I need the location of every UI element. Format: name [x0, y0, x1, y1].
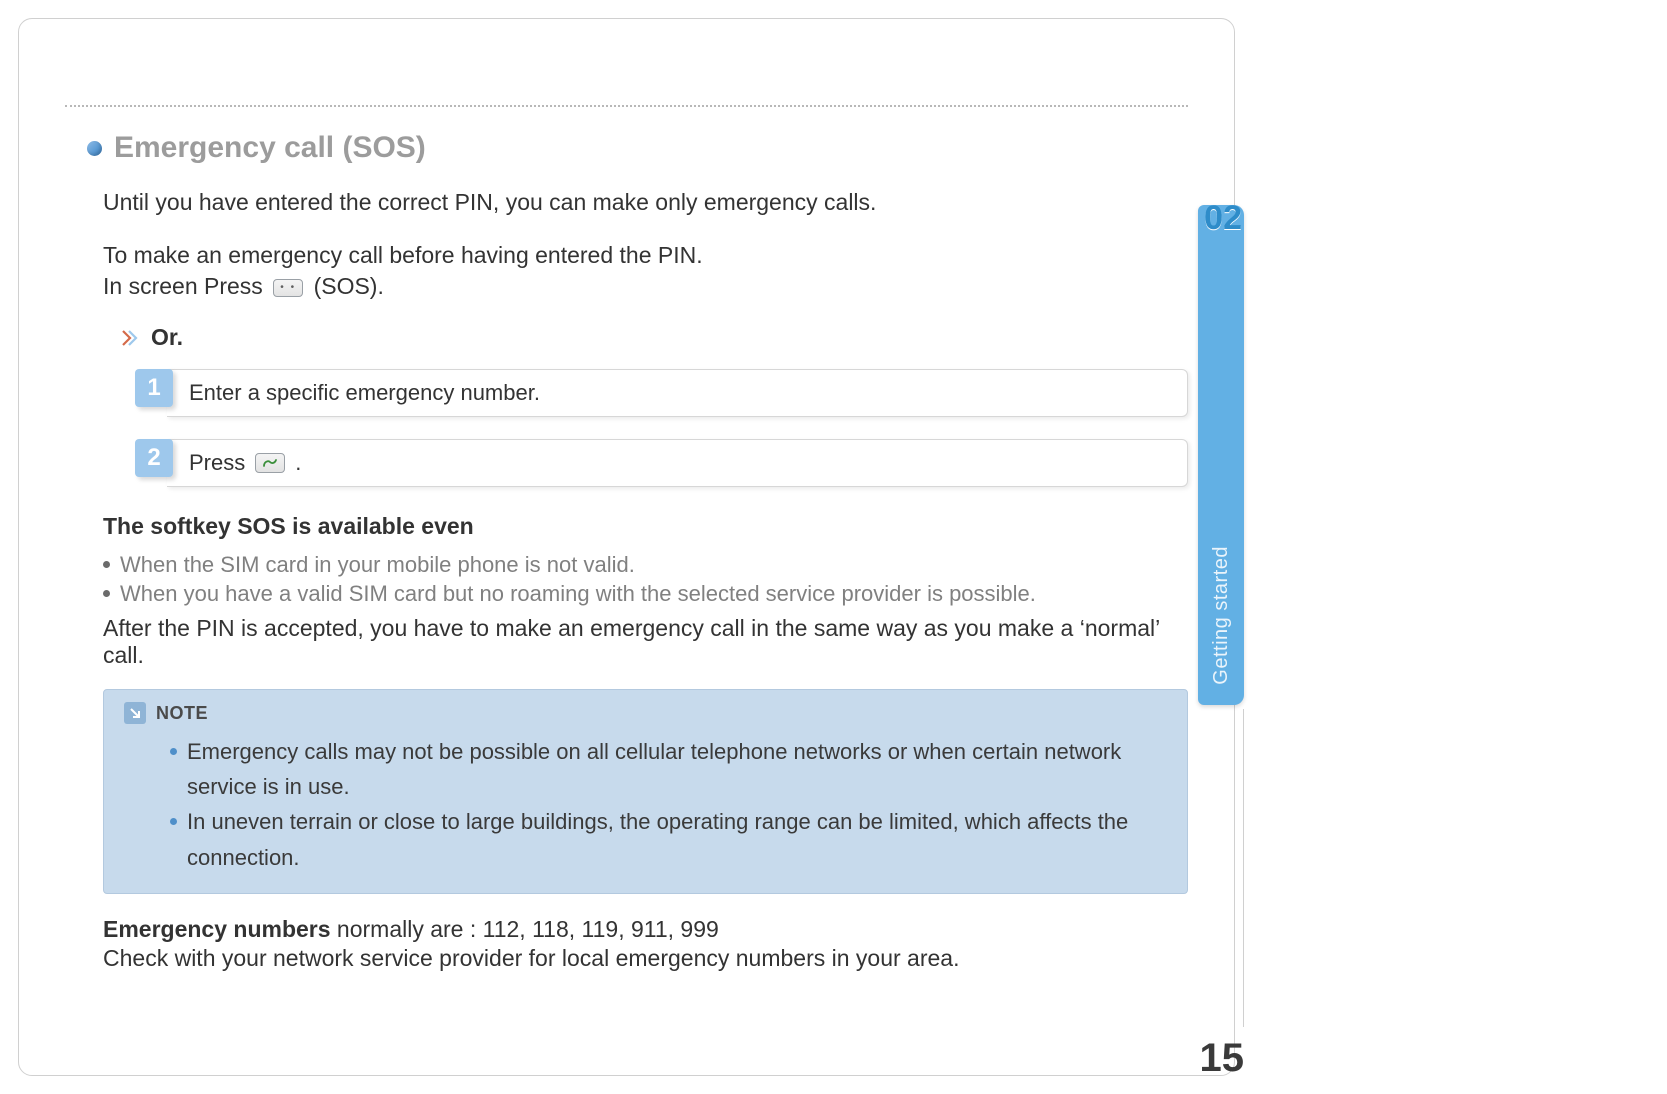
condition-1: When the SIM card in your mobile phone i… — [120, 550, 635, 580]
note-item-2: In uneven terrain or close to large buil… — [187, 804, 1167, 874]
list-item: Emergency calls may not be possible on a… — [170, 734, 1167, 804]
or-label: Or. — [151, 324, 183, 351]
instruction-line-2: In screen Press (SOS). — [65, 271, 1188, 302]
heading-bullet-icon — [87, 141, 102, 156]
chapter-number: 02 — [1204, 199, 1242, 238]
step-1: 1 Enter a specific emergency number. — [135, 369, 1188, 417]
instruction-line-1: To make an emergency call before having … — [65, 240, 1188, 271]
chapter-label: Getting started — [1210, 546, 1233, 685]
section-heading: Emergency call (SOS) — [114, 131, 426, 165]
side-divider — [1243, 709, 1244, 1027]
page-number: 15 — [1200, 1036, 1245, 1081]
note-box: NOTE Emergency calls may not be possible… — [103, 689, 1188, 894]
step-number: 2 — [135, 439, 173, 477]
step-2-pre: Press — [189, 450, 245, 476]
note-header: NOTE — [124, 702, 1167, 724]
step-2-post: . — [295, 450, 301, 476]
instruction-2-post: (SOS). — [314, 273, 384, 299]
bullet-icon — [170, 748, 177, 755]
instruction-2-pre: In screen Press — [103, 273, 269, 299]
emergency-numbers-rest: normally are : 112, 118, 119, 911, 999 — [331, 916, 719, 942]
step-body: Press . — [167, 439, 1188, 487]
list-item: In uneven terrain or close to large buil… — [170, 804, 1167, 874]
list-item: When you have a valid SIM card but no ro… — [103, 579, 1188, 609]
emergency-check-text: Check with your network service provider… — [65, 945, 1188, 972]
dotted-divider — [65, 105, 1188, 107]
step-2: 2 Press . — [135, 439, 1188, 487]
bullet-icon — [170, 818, 177, 825]
or-row: Or. — [83, 324, 183, 351]
call-key-icon — [255, 453, 285, 473]
list-item: When the SIM card in your mobile phone i… — [103, 550, 1188, 580]
step-1-text: Enter a specific emergency number. — [189, 380, 540, 406]
double-arrow-icon — [121, 328, 141, 348]
step-number: 1 — [135, 369, 173, 407]
note-list: Emergency calls may not be possible on a… — [124, 734, 1167, 875]
step-body: Enter a specific emergency number. — [167, 369, 1188, 417]
chapter-tab: 02 Getting started — [1198, 205, 1244, 705]
section-heading-row: Emergency call (SOS) — [65, 131, 1188, 165]
conditions-list: When the SIM card in your mobile phone i… — [65, 550, 1188, 609]
sub-heading: The softkey SOS is available even — [65, 513, 1188, 540]
bullet-icon — [103, 561, 110, 568]
note-item-1: Emergency calls may not be possible on a… — [187, 734, 1167, 804]
steps-list: 1 Enter a specific emergency number. 2 P… — [65, 369, 1188, 487]
emergency-numbers-line: Emergency numbers normally are : 112, 11… — [65, 916, 1188, 943]
sos-key-icon — [273, 279, 303, 297]
page-wrap: 02 Getting started 15 Emergency call (SO… — [0, 0, 1253, 1094]
page-card: 02 Getting started 15 Emergency call (SO… — [18, 18, 1235, 1076]
emergency-numbers-label: Emergency numbers — [103, 916, 331, 942]
bullet-icon — [103, 590, 110, 597]
note-arrow-icon — [124, 702, 146, 724]
intro-text: Until you have entered the correct PIN, … — [65, 187, 1188, 218]
condition-2: When you have a valid SIM card but no ro… — [120, 579, 1036, 609]
after-pin-text: After the PIN is accepted, you have to m… — [65, 615, 1188, 669]
note-title: NOTE — [156, 703, 208, 724]
